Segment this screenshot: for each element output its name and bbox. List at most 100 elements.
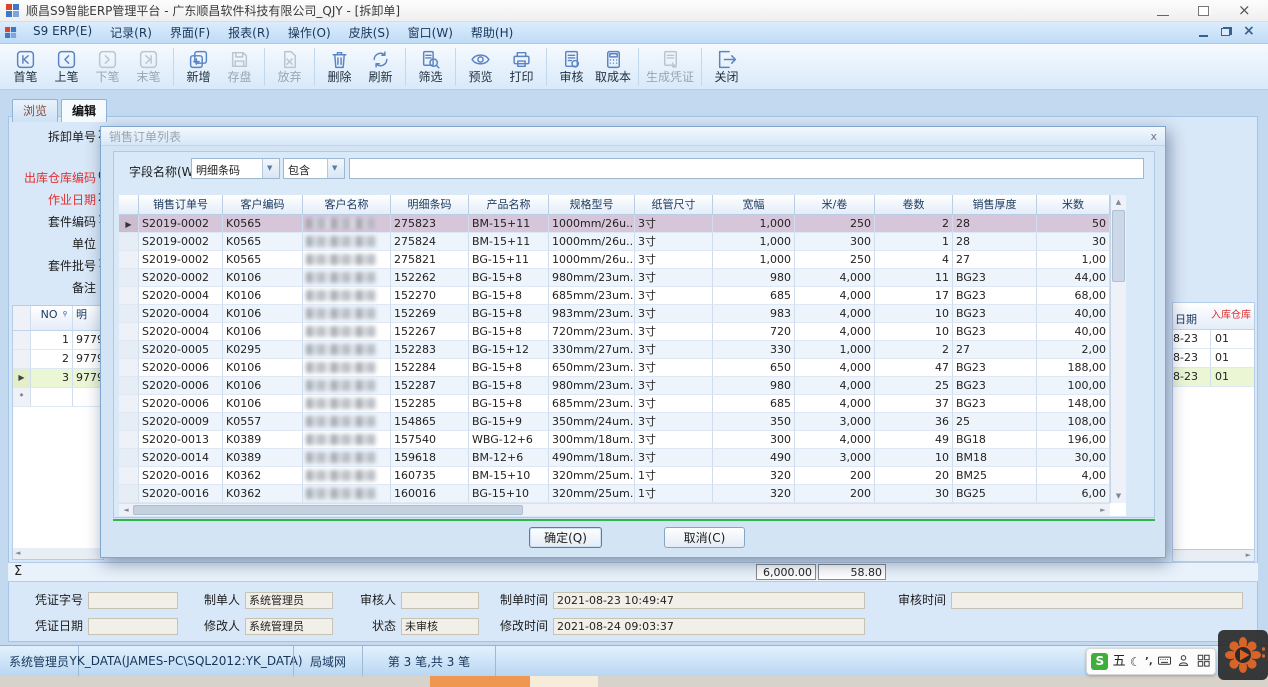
menu-item-1[interactable]: 记录(R)	[101, 22, 161, 43]
dialog-title: 销售订单列表	[109, 128, 181, 145]
row-no: 1	[31, 331, 73, 349]
field-name-select[interactable]: 明细条码	[191, 158, 280, 179]
footer-field-审核时间[interactable]	[951, 592, 1243, 609]
toolbar-button-打印[interactable]: 打印	[501, 45, 542, 89]
detail-row[interactable]: ▶397792	[13, 369, 103, 388]
detail-grid-hscroll-left[interactable]: ◄	[12, 548, 104, 560]
menu-item-4[interactable]: 操作(O)	[279, 22, 340, 43]
column-header-客户名称[interactable]: 客户名称	[303, 195, 391, 215]
field-label-套件批号: 套件批号	[0, 257, 96, 274]
scroll-left-icon[interactable]: ◄	[119, 504, 133, 516]
wubi-icon[interactable]: 五	[1113, 653, 1126, 670]
chevron-down-icon[interactable]	[262, 159, 279, 178]
menu-item-2[interactable]: 界面(F)	[161, 22, 219, 43]
column-header-销售订单号[interactable]: 销售订单号	[139, 195, 223, 215]
sigma-symbol: Σ	[14, 564, 22, 579]
table-row[interactable]: S2020-0006K0106152285BG-15+8685mm/23um..…	[119, 395, 1126, 413]
filter-value-input[interactable]	[349, 158, 1144, 179]
window-title: 顺昌S9智能ERP管理平台 - 广东顺昌软件科技有限公司_QJY - [拆卸单]	[26, 2, 400, 19]
moon-icon[interactable]: ☾	[1130, 655, 1141, 669]
table-row[interactable]: S2020-0002K0106152262BG-15+8980mm/23um..…	[119, 269, 1126, 287]
cell: 148,00	[1037, 395, 1110, 413]
toolbar-button-预览[interactable]: 预览	[460, 45, 501, 89]
column-header-纸管尺寸[interactable]: 纸管尺寸	[635, 195, 713, 215]
punctuation-icon[interactable]: ’,	[1145, 656, 1153, 667]
table-row[interactable]: S2020-0016K0362160016BG-15+10320mm/25um.…	[119, 485, 1126, 503]
chevron-down-icon[interactable]	[327, 159, 344, 178]
recorder-logo[interactable]	[1218, 630, 1268, 680]
table-row[interactable]: S2020-0013K0389157540WBG-12+6300mm/18um.…	[119, 431, 1126, 449]
menu-item-5[interactable]: 皮肤(S)	[340, 22, 399, 43]
toolbar-button-刷新[interactable]: 刷新	[360, 45, 401, 89]
table-row[interactable]: S2020-0009K0557154865BG-15+9350mm/24um..…	[119, 413, 1126, 431]
menu-item-7[interactable]: 帮助(H)	[462, 22, 522, 43]
close-icon[interactable]	[1236, 5, 1250, 17]
mdi-close-icon[interactable]	[1242, 27, 1254, 38]
scroll-thumb[interactable]	[1112, 210, 1125, 282]
detail-row[interactable]: 197792	[13, 331, 103, 350]
table-row[interactable]: S2020-0016K0362160735BM-15+10320mm/25um.…	[119, 467, 1126, 485]
table-row[interactable]: S2020-0004K0106152269BG-15+8983mm/23um..…	[119, 305, 1126, 323]
ok-button[interactable]: 确定(Q)	[529, 527, 602, 548]
operator-select[interactable]: 包含	[283, 158, 345, 179]
toolbar-separator	[455, 48, 456, 86]
table-row[interactable]: S2020-0006K0106152284BG-15+8650mm/23um..…	[119, 359, 1126, 377]
menu-item-0[interactable]: S9 ERP(E)	[24, 22, 101, 43]
scroll-thumb[interactable]	[133, 505, 523, 515]
column-header-米/卷[interactable]: 米/卷	[795, 195, 875, 215]
scroll-down-icon[interactable]: ▼	[1111, 489, 1126, 503]
detail-row-right[interactable]: 8-2301	[1173, 349, 1254, 368]
toolbar-button-label: 新增	[186, 70, 210, 84]
toolbar-button-首笔[interactable]: 首笔	[5, 45, 46, 89]
table-row[interactable]: S2020-0014K0389159618BM-12+6490mm/18um..…	[119, 449, 1126, 467]
mdi-minimize-icon[interactable]	[1198, 27, 1210, 38]
cancel-button[interactable]: 取消(C)	[664, 527, 745, 548]
grid-hscrollbar[interactable]: ◄►	[119, 503, 1110, 516]
footer-field-修改时间[interactable]: 2021-08-24 09:03:37	[553, 618, 865, 635]
detail-row-right[interactable]: 8-2301	[1173, 368, 1254, 387]
table-row[interactable]: S2019-0002K0565275823BM-15+111000mm/26u.…	[119, 215, 1126, 233]
mdi-restore-icon[interactable]	[1220, 27, 1232, 38]
column-header-明细条码[interactable]: 明细条码	[391, 195, 469, 215]
minimize-icon[interactable]	[1156, 5, 1170, 17]
detail-grid-hscroll-right[interactable]: ►	[1172, 550, 1255, 562]
table-row[interactable]: S2019-0002K0565275824BM-15+111000mm/26u.…	[119, 233, 1126, 251]
table-row[interactable]: S2019-0002K0565275821BG-15+111000mm/26u.…	[119, 251, 1126, 269]
footer-field-制单时间[interactable]: 2021-08-23 10:49:47	[553, 592, 865, 609]
detail-grid-header: NO 明	[13, 306, 103, 331]
tab-browse[interactable]: 浏览	[12, 99, 58, 122]
column-header-销售厚度[interactable]: 销售厚度	[953, 195, 1037, 215]
column-header-规格型号[interactable]: 规格型号	[549, 195, 635, 215]
toolbar-button-筛选[interactable]: 筛选	[410, 45, 451, 89]
column-header-客户编码[interactable]: 客户编码	[223, 195, 303, 215]
scroll-up-icon[interactable]: ▲	[1111, 195, 1126, 209]
table-row[interactable]: S2020-0004K0106152267BG-15+8720mm/23um..…	[119, 323, 1126, 341]
column-header-产品名称[interactable]: 产品名称	[469, 195, 549, 215]
toolbar-button-审核[interactable]: 审核	[551, 45, 592, 89]
keyboard-icon[interactable]	[1157, 653, 1172, 671]
table-row[interactable]: S2020-0004K0106152270BG-15+8685mm/23um..…	[119, 287, 1126, 305]
cell: 152285	[391, 395, 469, 413]
table-row[interactable]: S2020-0005K0295152283BG-15+12330mm/27um.…	[119, 341, 1126, 359]
toolbar-button-取成本[interactable]: 取成本	[592, 45, 634, 89]
scroll-right-icon[interactable]: ►	[1096, 504, 1110, 516]
grid-menu-icon[interactable]	[1196, 653, 1211, 671]
toolbar-button-上笔[interactable]: 上笔	[46, 45, 87, 89]
table-row[interactable]: S2020-0006K0106152287BG-15+8980mm/23um..…	[119, 377, 1126, 395]
column-header-卷数[interactable]: 卷数	[875, 195, 953, 215]
toolbar-button-新增[interactable]: 新增	[178, 45, 219, 89]
menu-item-3[interactable]: 报表(R)	[219, 22, 279, 43]
restore-icon[interactable]	[1196, 5, 1210, 17]
sogou-icon[interactable]: S	[1091, 653, 1108, 670]
toolbar-button-删除[interactable]: 删除	[319, 45, 360, 89]
grid-vscrollbar[interactable]: ▲▼	[1110, 195, 1126, 503]
column-header-宽幅[interactable]: 宽幅	[713, 195, 795, 215]
person-icon[interactable]	[1176, 653, 1191, 671]
detail-row-right[interactable]: 8-2301	[1173, 330, 1254, 349]
toolbar-button-关闭[interactable]: 关闭	[706, 45, 747, 89]
dialog-close-icon[interactable]: x	[1150, 130, 1157, 143]
column-header-米数[interactable]: 米数	[1037, 195, 1110, 215]
detail-row[interactable]: 297792	[13, 350, 103, 369]
menu-item-6[interactable]: 窗口(W)	[399, 22, 462, 43]
tab-edit[interactable]: 编辑	[61, 99, 107, 122]
